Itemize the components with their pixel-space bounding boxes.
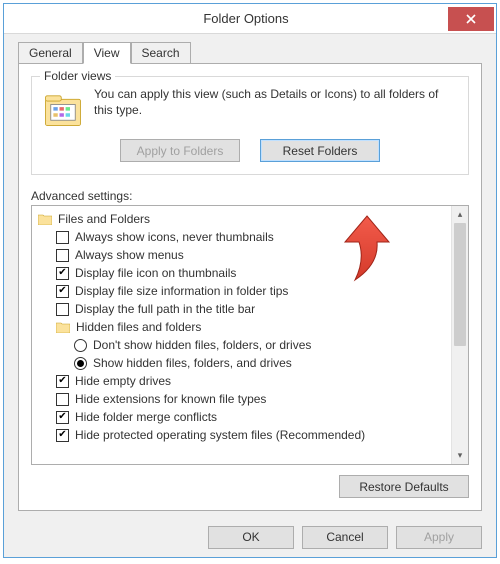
tree-radio-item[interactable]: Show hidden files, folders, and drives [38,354,445,372]
apply-to-folders-button: Apply to Folders [120,139,240,162]
folder-views-label: Folder views [40,69,115,83]
checkbox-icon[interactable] [56,303,69,316]
cancel-button[interactable]: Cancel [302,526,388,549]
folder-views-group: Folder views You can apply this view (su… [31,76,469,175]
tree-label: Display the full path in the title bar [75,302,255,316]
tree-item[interactable]: Display the full path in the title bar [38,300,445,318]
tree-item[interactable]: Display file icon on thumbnails [38,264,445,282]
vertical-scrollbar[interactable]: ▴ ▾ [451,206,468,464]
tree-label: Show hidden files, folders, and drives [93,356,292,370]
titlebar: Folder Options [4,4,496,34]
checkbox-icon[interactable] [56,393,69,406]
tree-root-files-and-folders[interactable]: Files and Folders [38,210,445,228]
folder-icon [38,213,52,225]
checkbox-icon[interactable] [56,249,69,262]
tree-label: Hide empty drives [75,374,171,388]
advanced-settings-label: Advanced settings: [31,189,469,203]
checkbox-icon[interactable] [56,429,69,442]
folder-views-text: You can apply this view (such as Details… [94,87,458,118]
radio-icon[interactable] [74,339,87,352]
scroll-thumb[interactable] [454,223,466,346]
apply-button: Apply [396,526,482,549]
tree-item[interactable]: Hide protected operating system files (R… [38,426,445,444]
tree-label: Always show menus [75,248,184,262]
tree-item[interactable]: Always show menus [38,246,445,264]
radio-icon[interactable] [74,357,87,370]
restore-defaults-button[interactable]: Restore Defaults [339,475,469,498]
ok-button[interactable]: OK [208,526,294,549]
dialog-button-row: OK Cancel Apply [4,517,496,557]
close-button[interactable] [448,7,494,31]
window-title: Folder Options [4,11,448,26]
view-tab-panel: Folder views You can apply this view (su… [18,63,482,511]
tree-item[interactable]: Hide extensions for known file types [38,390,445,408]
folder-options-dialog: Folder Options General View Search Folde… [3,3,497,558]
tree-label: Files and Folders [58,212,150,226]
scroll-track[interactable] [452,223,468,447]
scroll-down-button[interactable]: ▾ [452,447,468,464]
tree-item[interactable]: Display file size information in folder … [38,282,445,300]
tab-general[interactable]: General [18,42,83,64]
folder-icon [56,321,70,333]
checkbox-icon[interactable] [56,285,69,298]
checkbox-icon[interactable] [56,411,69,424]
tree-group-hidden-files[interactable]: Hidden files and folders [38,318,445,336]
folder-views-icon [42,87,84,129]
advanced-settings-tree: Files and Folders Always show icons, nev… [31,205,469,465]
reset-folders-button[interactable]: Reset Folders [260,139,380,162]
tab-search[interactable]: Search [131,42,191,64]
tree-label: Hide protected operating system files (R… [75,428,365,442]
tab-strip: General View Search [18,42,482,64]
tree-label: Hide folder merge conflicts [75,410,217,424]
tree-radio-item[interactable]: Don't show hidden files, folders, or dri… [38,336,445,354]
tab-view[interactable]: View [83,42,131,64]
tree-label: Don't show hidden files, folders, or dri… [93,338,311,352]
tree-label: Always show icons, never thumbnails [75,230,274,244]
close-icon [466,14,476,24]
tree-item[interactable]: Always show icons, never thumbnails [38,228,445,246]
checkbox-icon[interactable] [56,375,69,388]
tree-content[interactable]: Files and Folders Always show icons, nev… [32,206,451,464]
scroll-up-button[interactable]: ▴ [452,206,468,223]
tree-label: Hidden files and folders [76,320,201,334]
tree-label: Display file icon on thumbnails [75,266,236,280]
dialog-body: General View Search Folder views [4,34,496,517]
tree-label: Hide extensions for known file types [75,392,266,406]
tree-item[interactable]: Hide empty drives [38,372,445,390]
checkbox-icon[interactable] [56,267,69,280]
checkbox-icon[interactable] [56,231,69,244]
tree-item[interactable]: Hide folder merge conflicts [38,408,445,426]
tree-label: Display file size information in folder … [75,284,288,298]
